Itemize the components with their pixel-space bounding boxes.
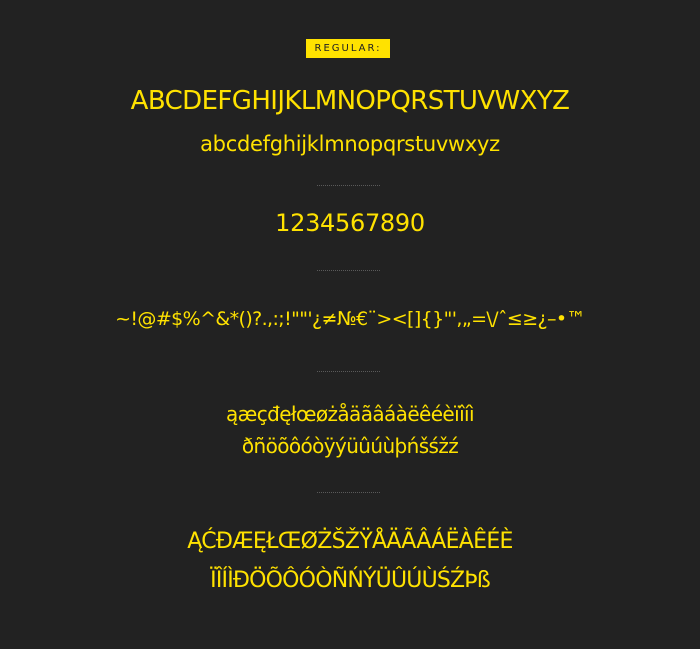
accented-uppercase-row-2: ÏÎÍÌÐÖÕÔÓÒÑŃÝÜÛÚÙŚŹÞß — [210, 568, 491, 593]
weight-badge: REGULAR: — [306, 39, 390, 58]
divider — [317, 270, 380, 271]
numerals: 1234567890 — [275, 209, 425, 237]
lowercase-alphabet: abcdefghijklmnopqrstuvwxyz — [200, 132, 500, 156]
uppercase-alphabet: ABCDEFGHIJKLMNOPQRSTUVWXYZ — [130, 86, 570, 116]
divider — [317, 492, 380, 493]
divider — [317, 371, 380, 372]
accented-lowercase-row-2: ðñöõôóòÿýüûúùþńšśžź — [241, 434, 459, 458]
divider — [317, 185, 380, 186]
type-specimen: REGULAR: ABCDEFGHIJKLMNOPQRSTUVWXYZ abcd… — [0, 0, 700, 649]
accented-uppercase-row-1: ĄĆĐÆĘŁŒØŻŠŽŸÅÄÃÂÁËÀÊÉÈ — [187, 529, 513, 554]
accented-lowercase-row-1: ąæçđęłœøżåäãâáàëêéèïîíì — [226, 402, 475, 426]
symbols-row: ~!@#$%^&*()?.,:;!""'¿≠№€¨><[]{}"',„=\/ˆ≤… — [115, 308, 585, 330]
